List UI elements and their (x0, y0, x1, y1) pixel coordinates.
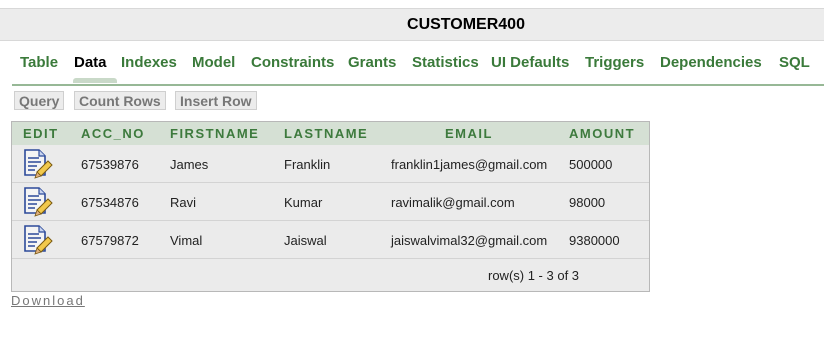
column-header-email: EMAIL (445, 126, 493, 141)
edit-document-icon[interactable] (23, 149, 53, 179)
tab-bar: Table Data Indexes Model Constraints Gra… (12, 52, 824, 86)
table-row: 67539876 James Franklin franklin1james@g… (12, 145, 649, 183)
table-row: 67579872 Vimal Jaiswal jaiswalvimal32@gm… (12, 221, 649, 259)
cell-email: ravimalik@gmail.com (391, 195, 515, 210)
cell-amount: 9380000 (569, 233, 620, 248)
tab-indexes[interactable]: Indexes (121, 54, 177, 71)
tab-data[interactable]: Data (74, 54, 107, 71)
tab-dependencies[interactable]: Dependencies (660, 54, 762, 71)
tab-grants[interactable]: Grants (348, 54, 396, 71)
cell-acc-no: 67534876 (81, 195, 139, 210)
row-count-text: row(s) 1 - 3 of 3 (488, 268, 580, 283)
cell-amount: 98000 (569, 195, 606, 210)
download-link[interactable]: Download (11, 293, 85, 308)
active-tab-indicator (73, 78, 117, 83)
cell-firstname: Ravi (170, 195, 197, 210)
tab-model[interactable]: Model (192, 54, 235, 71)
tab-table[interactable]: Table (20, 54, 58, 71)
table-row: 67534876 Ravi Kumar ravimalik@gmail.com … (12, 183, 649, 221)
page-title-bar: CUSTOMER400 (0, 8, 824, 41)
column-header-firstname: FIRSTNAME (170, 126, 260, 141)
cell-firstname: Vimal (170, 233, 203, 248)
cell-acc-no: 67539876 (81, 157, 139, 172)
grid-header: EDIT ACC_NO FIRSTNAME LASTNAME EMAIL AMO… (12, 122, 649, 145)
insert-row-button[interactable]: Insert Row (175, 91, 257, 110)
page-title: CUSTOMER400 (407, 16, 525, 33)
cell-email: jaiswalvimal32@gmail.com (391, 233, 548, 248)
cell-lastname: Franklin (284, 157, 331, 172)
cell-acc-no: 67579872 (81, 233, 139, 248)
cell-lastname: Jaiswal (284, 233, 327, 248)
tab-ui-defaults[interactable]: UI Defaults (491, 54, 569, 71)
column-header-edit: EDIT (23, 126, 59, 141)
cell-amount: 500000 (569, 157, 613, 172)
edit-document-icon[interactable] (23, 225, 53, 255)
tab-sql[interactable]: SQL (779, 54, 810, 71)
tab-constraints[interactable]: Constraints (251, 54, 334, 71)
column-header-amount: AMOUNT (569, 126, 636, 141)
data-grid: EDIT ACC_NO FIRSTNAME LASTNAME EMAIL AMO… (11, 121, 650, 292)
count-rows-button[interactable]: Count Rows (74, 91, 166, 110)
column-header-lastname: LASTNAME (284, 126, 369, 141)
cell-email: franklin1james@gmail.com (391, 157, 548, 172)
cell-lastname: Kumar (284, 195, 323, 210)
column-header-acc-no: ACC_NO (81, 126, 145, 141)
cell-firstname: James (170, 157, 209, 172)
tab-statistics[interactable]: Statistics (412, 54, 479, 71)
edit-document-icon[interactable] (23, 187, 53, 217)
query-button[interactable]: Query (14, 91, 65, 110)
tab-triggers[interactable]: Triggers (585, 54, 644, 71)
